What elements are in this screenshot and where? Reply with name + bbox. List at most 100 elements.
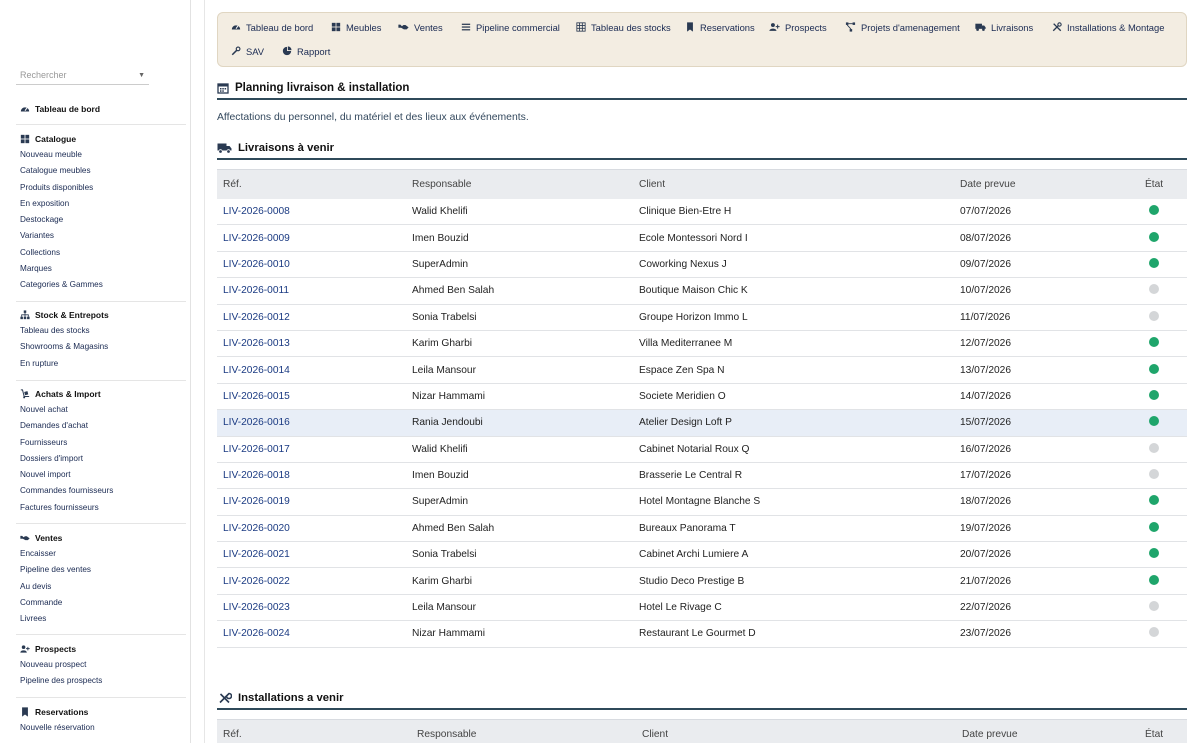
topbar-item[interactable]: SAV bbox=[230, 44, 264, 58]
sidebar-item[interactable]: Pipeline des ventes bbox=[0, 562, 186, 578]
ref-link[interactable]: LIV-2026-0013 bbox=[217, 330, 406, 358]
sidebar-item[interactable]: Livrees bbox=[0, 611, 186, 627]
sidebar-item[interactable]: Collections bbox=[0, 245, 186, 261]
sidebar-section-header[interactable]: Stock & Entrepots bbox=[0, 307, 186, 323]
sidebar-item[interactable]: Destockage bbox=[0, 212, 186, 228]
table-row[interactable]: LIV-2026-0022 Karim Gharbi Studio Deco Pre… bbox=[217, 567, 1187, 595]
sidebar-section-header[interactable]: Reservations bbox=[0, 704, 186, 720]
ref-link[interactable]: LIV-2026-0015 bbox=[217, 383, 406, 411]
ref-link[interactable]: LIV-2026-0024 bbox=[217, 620, 406, 648]
table-row[interactable]: LIV-2026-0009 Imen Bouzid Ecole Montessori… bbox=[217, 224, 1187, 252]
table-row[interactable]: LIV-2026-0011 Ahmed Ben Salah Boutique Mai… bbox=[217, 277, 1187, 305]
sidebar-item[interactable]: Commandes fournisseurs bbox=[0, 483, 186, 499]
sidebar-item[interactable]: Fournisseurs bbox=[0, 435, 186, 451]
sidebar-item[interactable]: En rupture bbox=[0, 356, 186, 372]
topbar-item[interactable]: Rapport bbox=[281, 44, 330, 58]
sidebar-item[interactable]: Showrooms & Magasins bbox=[0, 339, 186, 355]
topbar-item[interactable]: Meubles bbox=[330, 20, 381, 34]
sidebar-section-header[interactable]: Prospects bbox=[0, 641, 186, 657]
table-row[interactable]: LIV-2026-0008 Walid Khelifi Clinique Bien-… bbox=[217, 198, 1187, 226]
sidebar-item[interactable]: Categories & Gammes bbox=[0, 277, 186, 293]
table-row[interactable]: LIV-2026-0021 Sonia Trabelsi Cabinet Archi… bbox=[217, 541, 1187, 569]
installations-title: Installations a venir bbox=[238, 692, 344, 704]
sidebar-item[interactable]: Nouveau prospect bbox=[0, 657, 186, 673]
table-row[interactable]: LIV-2026-0013 Karim Gharbi Villa Mediterra… bbox=[217, 330, 1187, 358]
ref-link[interactable]: LIV-2026-0018 bbox=[217, 462, 406, 490]
calendar-icon bbox=[217, 83, 229, 94]
ref-link[interactable]: LIV-2026-0014 bbox=[217, 356, 406, 384]
ref-link[interactable]: LIV-2026-0011 bbox=[217, 277, 406, 305]
sidebar-item[interactable]: Au devis bbox=[0, 579, 186, 595]
topbar-item[interactable]: Pipeline commercial bbox=[460, 20, 560, 34]
ref-link[interactable]: LIV-2026-0021 bbox=[217, 541, 406, 569]
topbar-item[interactable]: Tableau de bord bbox=[230, 20, 313, 34]
col-client[interactable]: Client bbox=[633, 169, 954, 199]
sidebar-item[interactable]: Nouvel achat bbox=[0, 402, 186, 418]
table-row[interactable]: LIV-2026-0020 Ahmed Ben Salah Bureaux Pano… bbox=[217, 515, 1187, 543]
ref-link[interactable]: LIV-2026-0012 bbox=[217, 304, 406, 331]
col-ref[interactable]: Réf. bbox=[217, 169, 406, 199]
topbar-item[interactable]: Tableau des stocks bbox=[575, 20, 671, 34]
table-row[interactable]: LIV-2026-0015 Nizar Hammami Societe Meridi… bbox=[217, 383, 1187, 411]
search-input[interactable]: Rechercher ▼ bbox=[16, 66, 149, 85]
sidebar-item[interactable]: Marques bbox=[0, 261, 186, 277]
ref-link[interactable]: LIV-2026-0023 bbox=[217, 594, 406, 622]
sidebar-item[interactable]: Variantes bbox=[0, 228, 186, 244]
state-cell bbox=[1121, 620, 1187, 648]
ref-link[interactable]: LIV-2026-0020 bbox=[217, 515, 406, 543]
table-row[interactable]: LIV-2026-0018 Imen Bouzid Brasserie Le Cen… bbox=[217, 462, 1187, 490]
ref-link[interactable]: LIV-2026-0010 bbox=[217, 251, 406, 279]
sidebar-item[interactable]: Demandes d'achat bbox=[0, 418, 186, 434]
topbar-item[interactable]: Livraisons bbox=[975, 20, 1033, 34]
sidebar-item[interactable]: Factures fournisseurs bbox=[0, 500, 186, 516]
topbar-item[interactable]: Reservations bbox=[684, 20, 755, 34]
topbar-item[interactable]: Prospects bbox=[769, 20, 827, 34]
sidebar-item[interactable]: Encaisser bbox=[0, 546, 186, 562]
client-cell: Hotel Le Rivage C bbox=[633, 594, 954, 622]
table-row[interactable]: LIV-2026-0024 Nizar Hammami Restaurant Le … bbox=[217, 620, 1187, 648]
sidebar-item[interactable]: Nouvelle réservation bbox=[0, 720, 186, 736]
responsable-cell: Walid Khelifi bbox=[406, 436, 633, 463]
sidebar-section-header[interactable]: Ventes bbox=[0, 530, 186, 546]
ref-link[interactable]: LIV-2026-0022 bbox=[217, 567, 406, 595]
table-row[interactable]: LIV-2026-0023 Leila Mansour Hotel Le Rivag… bbox=[217, 594, 1187, 622]
table-row[interactable]: LIV-2026-0012 Sonia Trabelsi Groupe Horizo… bbox=[217, 304, 1187, 331]
sidebar-item[interactable]: Nouveau meuble bbox=[0, 147, 186, 163]
ref-link[interactable]: LIV-2026-0019 bbox=[217, 488, 406, 516]
ref-link[interactable]: LIV-2026-0009 bbox=[217, 224, 406, 252]
sidebar-section-header[interactable]: Catalogue bbox=[0, 131, 186, 147]
col-client[interactable]: Client bbox=[636, 719, 956, 743]
col-ref[interactable]: Réf. bbox=[217, 719, 411, 743]
topbar-item[interactable]: Ventes bbox=[398, 20, 443, 34]
sidebar-item[interactable]: Tableau des stocks bbox=[0, 323, 186, 339]
table-row[interactable]: LIV-2026-0019 SuperAdmin Hotel Montagne Bl… bbox=[217, 488, 1187, 516]
sidebar-section-header[interactable]: Tableau de bord bbox=[0, 101, 186, 117]
status-dot bbox=[1149, 521, 1159, 532]
sidebar-item[interactable]: Produits disponibles bbox=[0, 180, 186, 196]
col-responsable[interactable]: Responsable bbox=[411, 719, 636, 743]
topbar-item-label: SAV bbox=[246, 45, 265, 57]
ref-link[interactable]: LIV-2026-0017 bbox=[217, 436, 406, 463]
col-state[interactable]: État bbox=[1121, 169, 1187, 199]
table-row[interactable]: LIV-2026-0016 Rania Jendoubi Atelier Desig… bbox=[217, 409, 1187, 437]
ref-link[interactable]: LIV-2026-0008 bbox=[217, 198, 406, 226]
col-date[interactable]: Date prevue bbox=[956, 719, 1121, 743]
sidebar-item[interactable]: En exposition bbox=[0, 196, 186, 212]
sidebar-item[interactable]: Dossiers d'import bbox=[0, 451, 186, 467]
sidebar-item[interactable]: Catalogue meubles bbox=[0, 163, 186, 179]
col-date[interactable]: Date prevue bbox=[954, 169, 1121, 199]
col-responsable[interactable]: Responsable bbox=[406, 169, 633, 199]
col-state[interactable]: État bbox=[1121, 719, 1187, 743]
table-row[interactable]: LIV-2026-0010 SuperAdmin Coworking Nexus J… bbox=[217, 251, 1187, 279]
table-row[interactable]: LIV-2026-0017 Walid Khelifi Cabinet Notari… bbox=[217, 436, 1187, 463]
topbar-item[interactable]: Installations & Montage bbox=[1051, 20, 1164, 34]
table-row[interactable]: LIV-2026-0014 Leila Mansour Espace Zen Spa… bbox=[217, 356, 1187, 384]
sidebar-item[interactable]: Nouvel import bbox=[0, 467, 186, 483]
date-cell: 16/07/2026 bbox=[954, 436, 1121, 463]
ref-link[interactable]: LIV-2026-0016 bbox=[217, 409, 406, 437]
topbar-item[interactable]: Projets d'amenagement bbox=[845, 20, 960, 34]
sidebar-section-header[interactable]: Achats & Import bbox=[0, 386, 186, 402]
sidebar-item[interactable]: Pipeline des prospects bbox=[0, 673, 186, 689]
chevron-down-icon[interactable]: ▼ bbox=[138, 66, 145, 85]
sidebar-item[interactable]: Commande bbox=[0, 595, 186, 611]
